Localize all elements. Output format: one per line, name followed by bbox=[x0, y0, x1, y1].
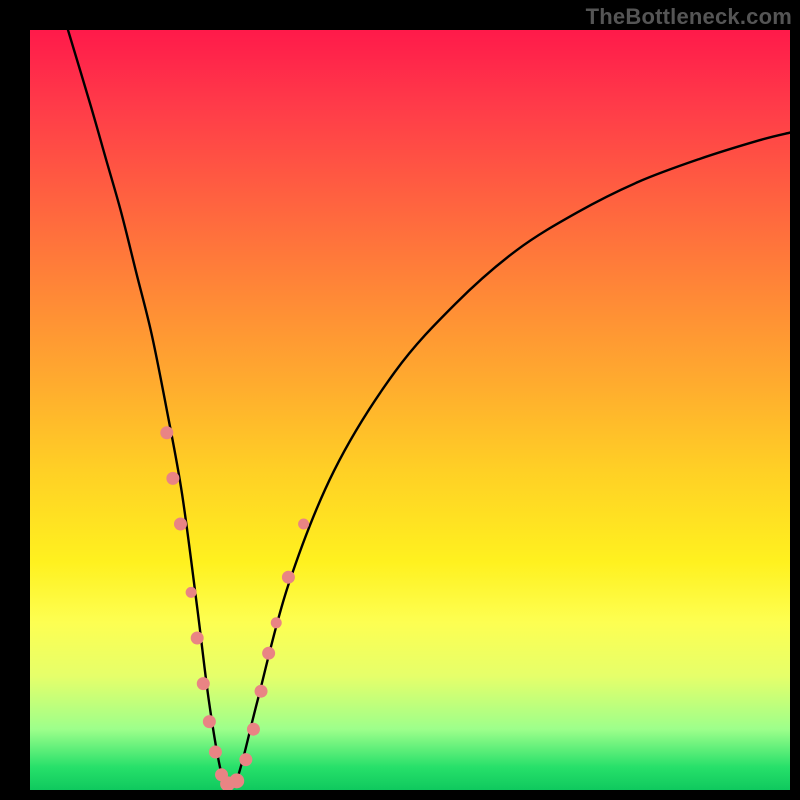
data-marker bbox=[191, 632, 203, 644]
data-marker bbox=[240, 754, 252, 766]
data-marker bbox=[247, 723, 259, 735]
data-marker bbox=[174, 518, 186, 530]
data-marker bbox=[186, 587, 196, 597]
data-markers bbox=[161, 427, 309, 790]
data-marker bbox=[271, 618, 281, 628]
plot-svg bbox=[30, 30, 790, 790]
data-marker bbox=[230, 774, 244, 788]
data-marker bbox=[203, 716, 215, 728]
data-marker bbox=[209, 746, 221, 758]
bottleneck-curve bbox=[68, 30, 790, 787]
watermark-text: TheBottleneck.com bbox=[586, 4, 792, 30]
data-marker bbox=[197, 678, 209, 690]
data-marker bbox=[282, 571, 294, 583]
plot-area bbox=[30, 30, 790, 790]
data-marker bbox=[167, 472, 179, 484]
data-marker bbox=[263, 647, 275, 659]
data-marker bbox=[299, 519, 309, 529]
data-marker bbox=[255, 685, 267, 697]
data-marker bbox=[161, 427, 173, 439]
chart-frame: TheBottleneck.com bbox=[0, 0, 800, 800]
